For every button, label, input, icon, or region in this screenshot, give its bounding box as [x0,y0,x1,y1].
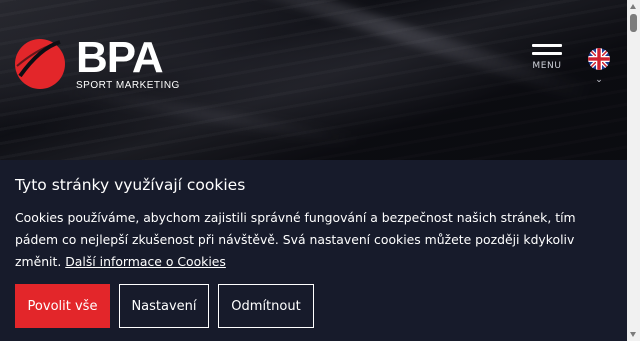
language-switcher[interactable]: ⌄ [587,48,611,85]
cookie-buttons: Povolit vše Nastavení Odmítnout [15,284,612,328]
settings-button[interactable]: Nastavení [119,284,209,328]
scroll-up-icon[interactable] [630,4,636,9]
decline-button[interactable]: Odmítnout [218,284,314,328]
logo-wordmark: BPA [76,33,164,82]
accept-all-button[interactable]: Povolit vše [15,284,110,328]
scroll-down-icon[interactable] [630,332,636,337]
hero-light-streak [61,84,359,146]
hamburger-icon [528,44,566,55]
chevron-down-icon: ⌄ [595,75,603,85]
logo-ball-icon [15,39,65,89]
cookie-info-link[interactable]: Další informace o Cookies [65,254,226,269]
logo-tagline: SPORT MARKETING [76,80,180,91]
scrollbar-thumb[interactable] [630,14,637,32]
scrollbar[interactable] [627,0,640,341]
site-logo[interactable]: BPA SPORT MARKETING [14,33,180,91]
cookie-title: Tyto stránky využívají cookies [15,176,246,194]
uk-flag-icon [588,48,610,70]
cookie-description: Cookies používáme, abychom zajistili spr… [15,207,612,273]
menu-button[interactable]: MENU [528,44,566,71]
cookie-banner: Tyto stránky využívají cookies Cookies p… [0,160,627,341]
menu-label: MENU [532,61,562,71]
